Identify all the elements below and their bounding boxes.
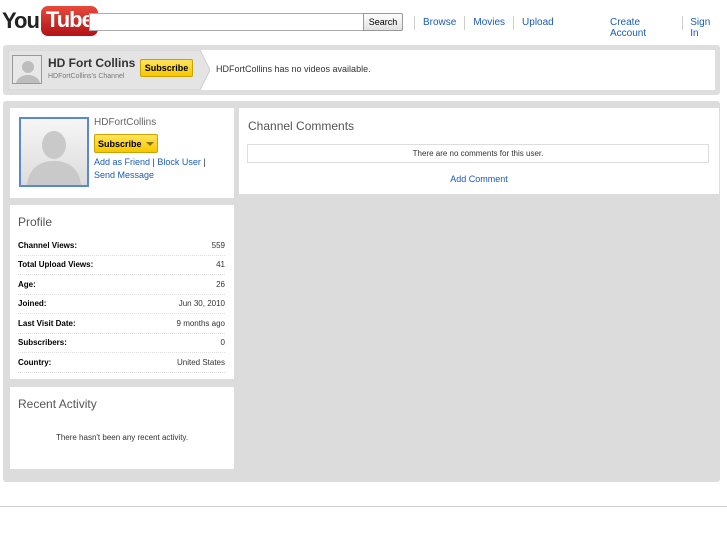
profile-row: Joined: Jun 30, 2010 — [18, 295, 225, 314]
profile-label: Subscribers: — [18, 338, 67, 348]
profile-row: Age: 26 — [18, 275, 225, 295]
profile-row: Subscribers: 0 — [18, 334, 225, 353]
sign-in-link[interactable]: Sign In — [683, 17, 727, 39]
no-videos-message: HDFortCollins has no videos available. — [216, 64, 371, 74]
profile-title: Profile — [18, 215, 53, 229]
profile-value: 9 months ago — [176, 318, 225, 328]
profile-box: Profile Channel Views: 559 Total Upload … — [10, 205, 234, 379]
profile-silhouette-icon — [21, 119, 87, 185]
youtube-logo[interactable]: You Tube — [2, 6, 98, 36]
profile-value: 26 — [216, 279, 225, 289]
add-comment-link-text[interactable]: Add Comment — [450, 174, 508, 184]
profile-table: Channel Views: 559 Total Upload Views: 4… — [18, 236, 225, 373]
channel-subtitle: HDFortCollins's Channel — [48, 73, 125, 80]
profile-value: Jun 30, 2010 — [178, 299, 225, 309]
subscribe-label: Subscribe — [98, 138, 142, 149]
channel-comments-box: Channel Comments There are no comments f… — [239, 108, 719, 194]
nav-movies[interactable]: Movies — [465, 17, 513, 30]
create-account-link[interactable]: Create Account — [603, 17, 682, 39]
nav-browse[interactable]: Browse — [415, 17, 464, 30]
add-comment-link: Add Comment — [239, 174, 719, 184]
send-message-link[interactable]: Send Message — [94, 170, 154, 180]
main-nav: Browse Movies Upload — [414, 16, 562, 30]
channel-avatar[interactable] — [12, 55, 42, 84]
add-friend-link[interactable]: Add as Friend — [94, 157, 150, 167]
account-links: Create Account Sign In — [603, 16, 727, 39]
header: You Tube Search Browse Movies Upload Cre… — [0, 0, 727, 42]
profile-value: 0 — [220, 338, 225, 348]
link-separator: | — [152, 157, 155, 167]
profile-actions: Add as Friend | Block User | Send Messag… — [94, 156, 230, 182]
profile-label: Channel Views: — [18, 240, 77, 250]
profile-label: Last Visit Date: — [18, 318, 76, 328]
link-separator: | — [203, 157, 206, 167]
subscribe-button[interactable]: Subscribe — [94, 134, 158, 153]
profile-value: 41 — [216, 260, 225, 270]
channel-bar-subscribe-button[interactable]: Subscribe — [140, 59, 193, 77]
profile-value: United States — [176, 357, 225, 367]
nav-upload[interactable]: Upload — [514, 17, 562, 30]
profile-photo[interactable] — [19, 117, 89, 187]
profile-username: HDFortCollins — [94, 117, 157, 128]
dropdown-arrow-icon[interactable] — [145, 141, 154, 146]
footer-divider — [0, 506, 727, 507]
search-input[interactable] — [89, 13, 364, 31]
profile-row: Channel Views: 559 — [18, 236, 225, 256]
recent-activity-box: Recent Activity There hasn't been any re… — [10, 387, 234, 469]
profile-row: Total Upload Views: 41 — [18, 256, 225, 275]
profile-label: Joined: — [18, 299, 47, 309]
recent-activity-empty: There hasn't been any recent activity. — [55, 433, 189, 442]
channel-comments-title: Channel Comments — [248, 119, 355, 133]
channel-name[interactable]: HD Fort Collins — [48, 56, 135, 70]
avatar-silhouette-icon — [13, 56, 41, 83]
profile-row: Country: United States — [18, 353, 225, 373]
profile-label: Age: — [18, 279, 36, 289]
logo-you: You — [2, 8, 40, 33]
profile-value: 559 — [211, 240, 225, 250]
search-button[interactable]: Search — [363, 13, 403, 31]
profile-label: Total Upload Views: — [18, 260, 94, 270]
no-comments-message: There are no comments for this user. — [247, 144, 709, 163]
profile-row: Last Visit Date: 9 months ago — [18, 314, 225, 334]
recent-activity-title: Recent Activity — [18, 397, 97, 411]
profile-label: Country: — [18, 357, 52, 367]
profile-card: HDFortCollins Subscribe Add as Friend | … — [10, 108, 234, 198]
block-user-link[interactable]: Block User — [157, 157, 201, 167]
